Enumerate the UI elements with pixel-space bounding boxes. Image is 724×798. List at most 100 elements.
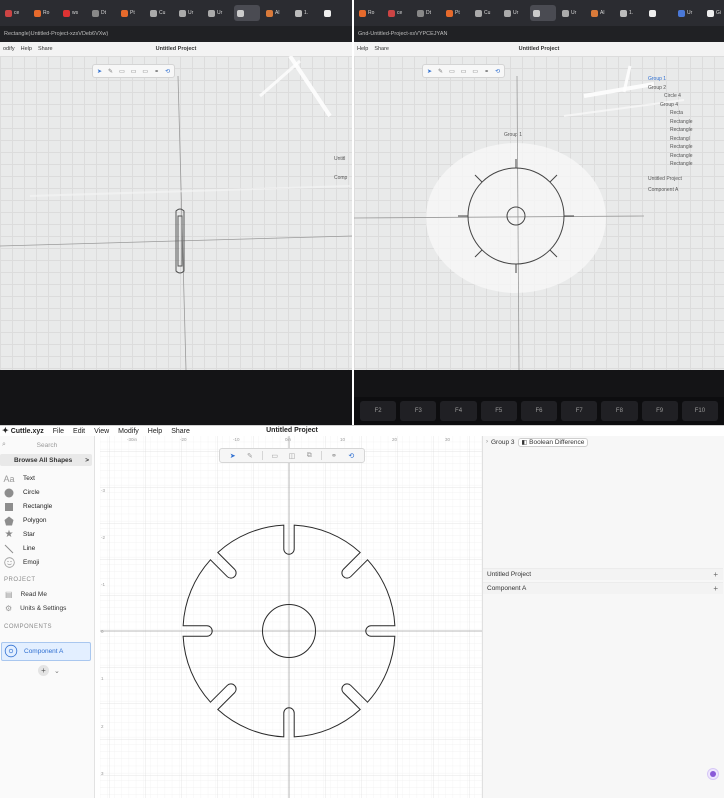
shape-star[interactable]: ★ Star xyxy=(3,528,35,541)
photo-left-bezel xyxy=(0,370,352,425)
photo-layer: Untitled Project xyxy=(648,175,682,182)
pen-tool-icon[interactable]: ✎ xyxy=(244,451,255,461)
ruler-tick: 2 xyxy=(101,724,104,729)
photo-tab: Gi xyxy=(350,5,352,21)
union-tool-icon[interactable]: ▭ xyxy=(269,451,280,461)
text-icon: Aa xyxy=(3,473,15,484)
keyboard-key: F10 xyxy=(681,401,718,421)
difference-tool-icon[interactable]: ◫ xyxy=(286,451,297,461)
photo-tab: Ur xyxy=(176,5,202,21)
left-sidebar: ⌕ Search Browse All Shapes > Aa Text Cir… xyxy=(0,436,95,798)
photo-side-item: Comp xyxy=(334,174,348,181)
photo-right-menubar: Help Share Untitled Project xyxy=(354,42,724,56)
shape-emoji[interactable]: Emoji xyxy=(3,556,39,569)
photo-tab: Ur xyxy=(675,5,701,21)
keyboard-key: F6 xyxy=(520,401,558,421)
photo-left-title: Untitled Project xyxy=(155,46,197,52)
select-tool-icon[interactable]: ➤ xyxy=(227,451,238,461)
ruler-tick: -20 xyxy=(180,437,187,442)
design-canvas[interactable]: -30in -20 -10 0in 10 20 30 -3 -2 -1 0 1 … xyxy=(100,436,482,798)
add-icon[interactable]: + xyxy=(713,584,718,593)
breadcrumb: › Group 3 ◧ Boolean Difference xyxy=(486,437,589,447)
link-tool-icon[interactable]: ⚭ xyxy=(328,451,339,461)
keyboard-key: F3 xyxy=(400,401,437,421)
shape-label: Circle xyxy=(23,489,40,496)
photo-menu-item: Help xyxy=(20,46,32,52)
project-item-readme[interactable]: ▤ Read Me xyxy=(5,588,47,600)
photo-tab: Ro xyxy=(356,5,382,21)
search-icon: ⌕ xyxy=(2,441,6,448)
add-component-button[interactable]: + ⌄ xyxy=(38,665,60,676)
photo-right-title: Untitled Project xyxy=(518,46,560,52)
photo-layer: Recta xyxy=(670,110,684,116)
photo-tab: Pt xyxy=(443,5,469,21)
chevron-right-icon: › xyxy=(486,439,488,445)
ruler-tick: 0 xyxy=(101,629,104,634)
keyboard-key: F5 xyxy=(480,401,517,421)
photo-menu-item: odify xyxy=(3,46,15,52)
component-item-selected[interactable]: Component A xyxy=(1,642,91,661)
shape-text[interactable]: Aa Text xyxy=(3,472,35,485)
project-item-settings[interactable]: ⚙ Units & Settings xyxy=(5,602,66,614)
canvas-toolbar: ➤ ✎ ▭ ◫ ⧉ ⚭ ⟲ xyxy=(219,448,365,463)
polygon-icon xyxy=(3,516,15,526)
keyboard-key: F8 xyxy=(601,401,638,421)
component-thumbnail-icon xyxy=(4,644,18,660)
photo-left-menubar: odify Help Share Untitled Project xyxy=(0,42,352,56)
shape-rectangle[interactable]: Rectangle xyxy=(3,500,52,513)
rotate-tool-icon[interactable]: ⟲ xyxy=(346,451,357,461)
shape-label: Text xyxy=(23,475,35,482)
photo-tab: Al xyxy=(263,5,289,21)
cuttle-app: ✦ Cuttle.xyz File Edit View Modify Help … xyxy=(0,425,724,798)
shape-line[interactable]: Line xyxy=(3,542,35,555)
boolean-difference-badge[interactable]: ◧ Boolean Difference xyxy=(517,437,589,447)
photo-layer: Rectangle xyxy=(670,118,693,125)
keyboard-key: F4 xyxy=(440,401,477,421)
photo-left-drawing xyxy=(0,56,352,370)
keyboard-key: F7 xyxy=(561,401,598,421)
top-ruler: -30in -20 -10 0in 10 20 30 xyxy=(100,436,482,444)
shape-search[interactable]: ⌕ Search xyxy=(2,440,92,450)
photo-layer: Group 2 xyxy=(648,84,667,91)
add-icon[interactable]: + xyxy=(713,570,718,579)
component-label: Component A xyxy=(24,648,64,655)
app-menubar: ✦ Cuttle.xyz File Edit View Modify Help … xyxy=(0,426,724,436)
ruler-tick: 0in xyxy=(285,437,292,442)
browse-label: Browse All Shapes xyxy=(14,456,73,464)
photo-tab: Dt xyxy=(414,5,440,21)
shape-polygon[interactable]: Polygon xyxy=(3,514,47,527)
search-input[interactable]: Search xyxy=(10,442,92,449)
ruler-tick: -30in xyxy=(127,437,138,442)
breadcrumb-operation: Boolean Difference xyxy=(529,438,585,446)
photo-layer: Component A xyxy=(648,187,679,193)
ruler-tick: 20 xyxy=(392,437,398,442)
photo-right-canvas: ➤ ✎ ▭ ▭ ▭ ⚭ ⟲ Group 1 Group 1 Group 2 Ci… xyxy=(354,56,724,370)
photo-menu-item: Share xyxy=(374,46,389,52)
layer-row-untitled-project[interactable]: Untitled Project + xyxy=(483,568,723,580)
browse-all-shapes-button[interactable]: Browse All Shapes > xyxy=(0,454,92,466)
photo-left-canvas: ➤ ✎ ▭ ▭ ▭ ⚭ ⟲ Untitl Comp xyxy=(0,56,352,370)
ruler-tick: -1 xyxy=(101,582,106,587)
shape-circle[interactable]: Circle xyxy=(3,486,40,499)
breadcrumb-group[interactable]: Group 3 xyxy=(491,439,515,446)
help-chat-icon[interactable] xyxy=(707,768,719,780)
photo-layer: Rectangl xyxy=(670,135,690,142)
photo-tab: Gi xyxy=(704,5,724,21)
shape-label: Line xyxy=(23,545,36,552)
project-section-title: PROJECT xyxy=(4,577,36,583)
project-item-label: Units & Settings xyxy=(20,604,67,612)
project-title[interactable]: Untitled Project xyxy=(0,427,584,434)
photo-tab: Pt xyxy=(118,5,144,21)
rectangle-icon xyxy=(3,502,15,512)
layer-label: Component A xyxy=(487,585,527,592)
components-section-title: COMPONENTS xyxy=(4,624,53,630)
chevron-down-icon[interactable]: ⌄ xyxy=(54,667,60,675)
photo-layer: Group 4 xyxy=(660,101,679,108)
star-icon: ★ xyxy=(4,529,14,540)
intersect-tool-icon[interactable]: ⧉ xyxy=(304,451,315,461)
layer-row-component-a[interactable]: Component A + xyxy=(483,582,723,594)
emoji-icon xyxy=(3,557,15,568)
shape-label: Star xyxy=(23,531,35,538)
photo-tab xyxy=(321,5,347,21)
toolbar-divider xyxy=(261,451,263,460)
